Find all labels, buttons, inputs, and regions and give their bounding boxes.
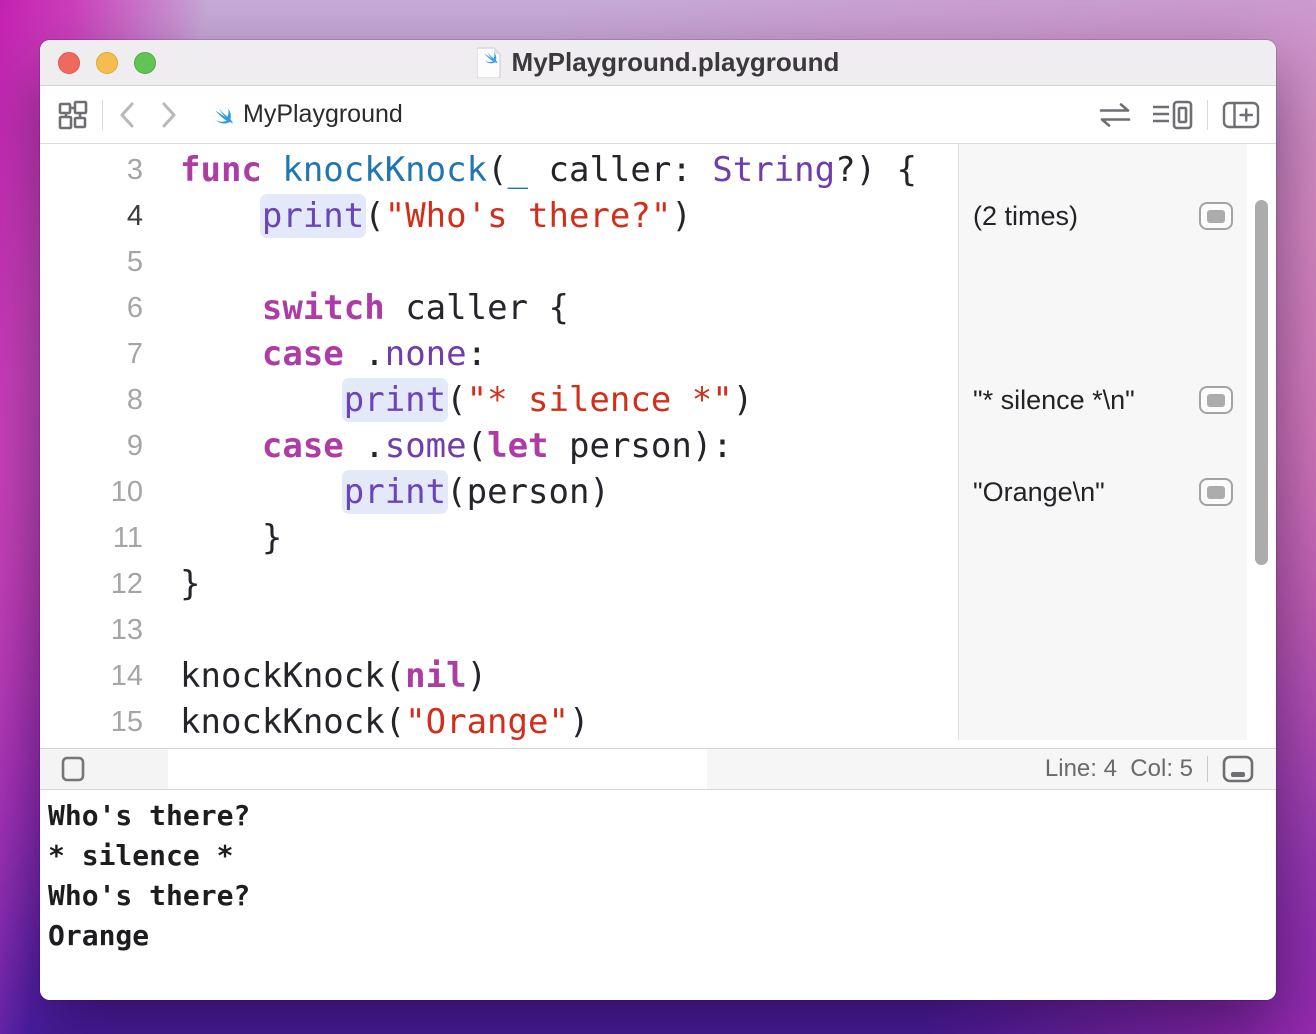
result-row: "* silence *\n": [959, 377, 1247, 423]
code-text: print("* silence *"): [160, 377, 753, 423]
code-line[interactable]: 14knockKnock(nil): [40, 653, 958, 699]
code-text: }: [160, 515, 282, 561]
result-quicklook-fill: [1207, 486, 1225, 499]
console-line: Orange: [48, 916, 1276, 956]
code-line[interactable]: 15knockKnock("Orange"): [40, 699, 958, 745]
toolbar: MyPlayground: [40, 86, 1276, 144]
line-number: 5: [40, 246, 160, 279]
line-number: 6: [40, 292, 160, 325]
playground-window: MyPlayground.playground: [40, 40, 1276, 1000]
line-number: 13: [40, 614, 160, 647]
back-chevron-icon[interactable]: [117, 100, 139, 130]
add-editor-icon[interactable]: [1222, 100, 1260, 130]
editor-options-icon[interactable]: [1151, 100, 1193, 130]
result-quicklook-icon[interactable]: [1199, 478, 1233, 506]
main-area: 3func knockKnock(_ caller: String?) {4 p…: [40, 144, 1276, 748]
code-line[interactable]: 3func knockKnock(_ caller: String?) {: [40, 147, 958, 193]
code-line[interactable]: 6 switch caller {: [40, 285, 958, 331]
code-line[interactable]: 13: [40, 607, 958, 653]
code-text: func knockKnock(_ caller: String?) {: [160, 147, 917, 193]
traffic-lights: [40, 40, 156, 86]
line-number: 4: [40, 200, 160, 233]
result-value: "* silence *\n": [973, 385, 1199, 416]
statusbar-divider: [1207, 756, 1208, 782]
code-text: case .none:: [160, 331, 487, 377]
code-text: knockKnock(nil): [160, 653, 487, 699]
code-text: }: [160, 561, 200, 607]
code-line[interactable]: 7 case .none:: [40, 331, 958, 377]
code-text: print("Who's there?"): [160, 193, 692, 239]
result-quicklook-fill: [1207, 394, 1225, 407]
breadcrumb-label: MyPlayground: [243, 100, 403, 129]
breadcrumb[interactable]: MyPlayground: [207, 100, 403, 129]
hide-debug-area-icon[interactable]: [1222, 755, 1254, 783]
code-line[interactable]: 4 print("Who's there?"): [40, 193, 958, 239]
result-quicklook-fill: [1207, 210, 1225, 223]
line-number: 8: [40, 384, 160, 417]
code-line[interactable]: 8 print("* silence *"): [40, 377, 958, 423]
results-sidebar: (2 times) "* silence *\n" "Orange\n": [958, 144, 1247, 740]
code-line[interactable]: 11 }: [40, 515, 958, 561]
window-title: MyPlayground.playground: [512, 47, 840, 78]
line-number: 12: [40, 568, 160, 601]
result-row: "Orange\n": [959, 469, 1247, 515]
code-text: case .some(let person):: [160, 423, 733, 469]
result-quicklook-icon[interactable]: [1199, 386, 1233, 414]
line-number: 9: [40, 430, 160, 463]
close-button[interactable]: [58, 52, 80, 74]
line-number: 14: [40, 660, 160, 693]
code-text: print(person): [160, 469, 610, 515]
line-number: 11: [40, 522, 160, 555]
title-group: MyPlayground.playground: [477, 47, 840, 78]
statusbar-right: Line: 4 Col: 5: [1045, 749, 1276, 789]
swap-arrows-icon[interactable]: [1097, 101, 1133, 129]
code-text: switch caller {: [160, 285, 569, 331]
code-line[interactable]: 5: [40, 239, 958, 285]
editor-scrollbar[interactable]: [1255, 200, 1268, 565]
result-row: (2 times): [959, 193, 1247, 239]
line-number: 7: [40, 338, 160, 371]
code-line[interactable]: 12}: [40, 561, 958, 607]
forward-chevron-icon[interactable]: [157, 100, 179, 130]
status-bar: Line: 4 Col: 5: [40, 748, 1276, 790]
code-text: knockKnock("Orange"): [160, 699, 589, 745]
line-number: 10: [40, 476, 160, 509]
toolbar-divider: [1207, 100, 1208, 130]
toolbar-divider: [102, 100, 103, 130]
title-bar[interactable]: MyPlayground.playground: [40, 40, 1276, 86]
result-value: (2 times): [973, 201, 1199, 232]
editor-grid-icon[interactable]: [58, 100, 88, 130]
console-line: Who's there?: [48, 796, 1276, 836]
zoom-button[interactable]: [134, 52, 156, 74]
code-editor[interactable]: 3func knockKnock(_ caller: String?) {4 p…: [40, 144, 958, 748]
line-number: 3: [40, 154, 160, 187]
minimize-button[interactable]: [96, 52, 118, 74]
swift-bird-icon: [207, 103, 233, 127]
console-output[interactable]: Who's there?* silence *Who's there?Orang…: [40, 790, 1276, 1000]
code-line[interactable]: 10 print(person): [40, 469, 958, 515]
code-line[interactable]: 9 case .some(let person):: [40, 423, 958, 469]
document-icon: [477, 47, 502, 78]
line-col-indicator: Line: 4 Col: 5: [1045, 755, 1193, 783]
console-line: Who's there?: [48, 876, 1276, 916]
result-value: "Orange\n": [973, 477, 1199, 508]
toolbar-right: [1097, 100, 1260, 130]
square-icon[interactable]: [61, 756, 85, 782]
result-quicklook-icon[interactable]: [1199, 202, 1233, 230]
statusbar-left-segment: [40, 749, 168, 789]
line-number: 15: [40, 706, 160, 739]
console-line: * silence *: [48, 836, 1276, 876]
